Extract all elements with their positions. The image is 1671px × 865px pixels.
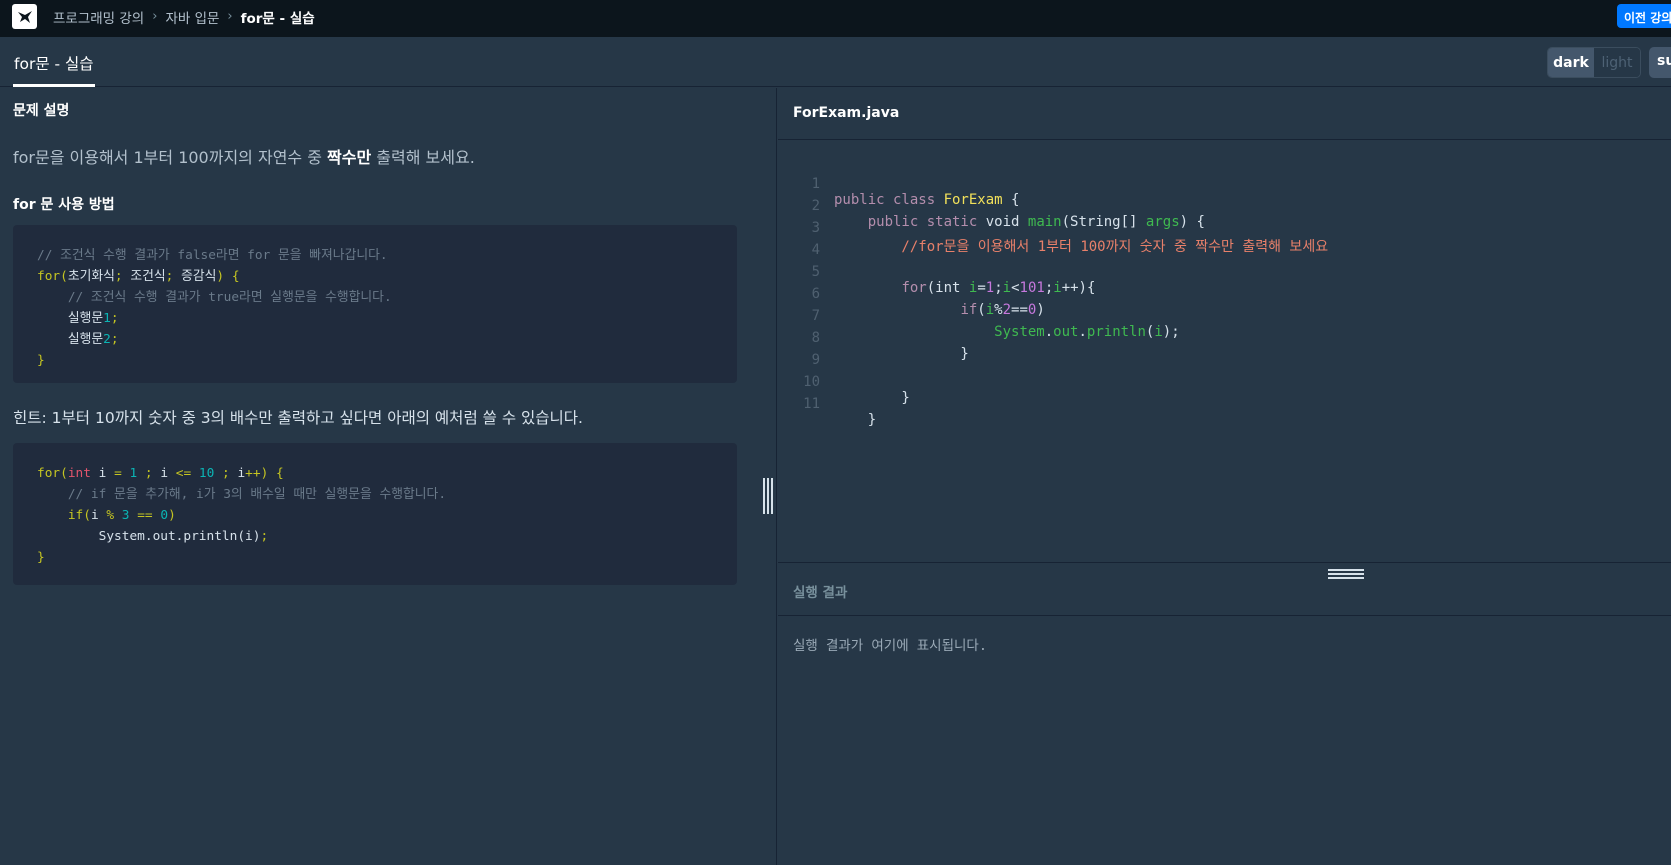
theme-light-button[interactable]: light [1594,48,1640,77]
breadcrumb-current: for문 - 실습 [240,10,315,27]
desc-prefix: for문을 이용해서 1부터 100까지의 자연수 중 [13,148,328,167]
breadcrumb-item-programming[interactable]: 프로그래밍 강의 [53,7,144,27]
problem-description: for문을 이용해서 1부터 100까지의 자연수 중 짝수만 출력해 보세요. [13,144,475,168]
prev-lesson-button[interactable]: 이전 강의 [1617,4,1671,28]
hint-code-block: for(int i = 1 ; i <= 10 ; i++) { // if 문… [13,443,737,585]
usage-code-block: // 조건식 수행 결과가 false라면 for 문을 빠져나갑니다. for… [13,225,737,383]
breadcrumb: 프로그래밍 강의 › 자바 입문 › for문 - 실습 [53,0,315,33]
editor-code: } [834,390,910,406]
logo-icon[interactable] [12,4,37,29]
line-number: 11 [803,396,820,412]
desc-bold: 짝수만 [327,148,372,167]
code-line: for(초기화식; 조건식; 증감식) { [37,269,240,284]
editor-panel: ForExam.java 1 public class ForExam { 2 … [778,88,1671,865]
editor-line: 4 [778,226,829,258]
code-line: } [37,353,45,368]
horizontal-splitter-handle[interactable] [1328,569,1364,579]
code-line: // 조건식 수행 결과가 true라면 실행문을 수행합니다. [37,290,392,305]
code-line: if(i % 3 == 0) [67,508,176,523]
editor-line: 9 [778,336,829,368]
chevron-right-icon: › [152,9,158,24]
editor-line: 6 if(i%2==0) [778,270,1045,318]
file-name: ForExam.java [793,105,900,121]
chevron-right-icon: › [227,9,233,24]
code-editor[interactable]: 1 public class ForExam { 2 public static… [778,141,1671,561]
code-line: System.out.println(i); [37,529,269,544]
code-line: // if 문을 추가해, i가 3의 배수일 때만 실행문을 수행합니다. [37,487,447,502]
editor-comment: //for문을 이용해서 1부터 100까지 숫자 중 짝수만 출력해 보세요 [834,239,1329,255]
editor-line: 8 } [778,314,969,362]
editor-code: } [834,412,877,428]
code-line: // 조건식 수행 결과가 false라면 for 문을 빠져나갑니다. [37,248,388,263]
vertical-splitter-handle[interactable] [763,478,773,514]
code-line: 실행문1; [37,311,119,326]
hint-text: 힌트: 1부터 10까지 숫자 중 3의 배수만 출력하고 싶다면 아래의 예처… [13,409,583,427]
theme-toggle: dark light [1547,47,1641,78]
editor-line: 7 System.out.println(i); [778,292,1180,340]
file-header: ForExam.java [778,88,1671,140]
code-line: } [37,550,45,565]
top-bar: 프로그래밍 강의 › 자바 입문 › for문 - 실습 이전 강의 [0,0,1671,37]
editor-line: 10 } [778,358,910,406]
editor-line: 11 } [778,380,876,428]
editor-line: 5 for(int i=1;i<101;i++){ [778,248,1096,296]
editor-code: } [834,346,969,362]
problem-title: 문제 설명 [13,103,70,119]
result-header: 실행 결과 [778,562,1671,616]
theme-dark-button[interactable]: dark [1548,48,1594,77]
editor-line: 2 public static void main(String[] args)… [778,182,1205,230]
editor-line: 1 public class ForExam { [778,160,1020,208]
editor-line: 3 //for문을 이용해서 1부터 100까지 숫자 중 짝수만 출력해 보세… [778,204,1329,255]
usage-title: for 문 사용 방법 [13,197,115,213]
code-line: 실행문2; [37,332,119,347]
result-output: 실행 결과가 여기에 표시됩니다. [793,638,987,654]
desc-suffix: 출력해 보세요. [371,148,475,167]
problem-panel: 문제 설명 for문을 이용해서 1부터 100까지의 자연수 중 짝수만 출력… [0,88,777,865]
tab-bar: for문 - 실습 dark light su [0,37,1671,87]
tab-lesson[interactable]: for문 - 실습 [13,52,95,87]
breadcrumb-item-java-intro[interactable]: 자바 입문 [165,7,219,27]
submit-button[interactable]: su [1649,47,1671,78]
result-title: 실행 결과 [793,585,848,601]
code-line: for(int i = 1 ; i <= 10 ; i++) { [37,466,284,481]
